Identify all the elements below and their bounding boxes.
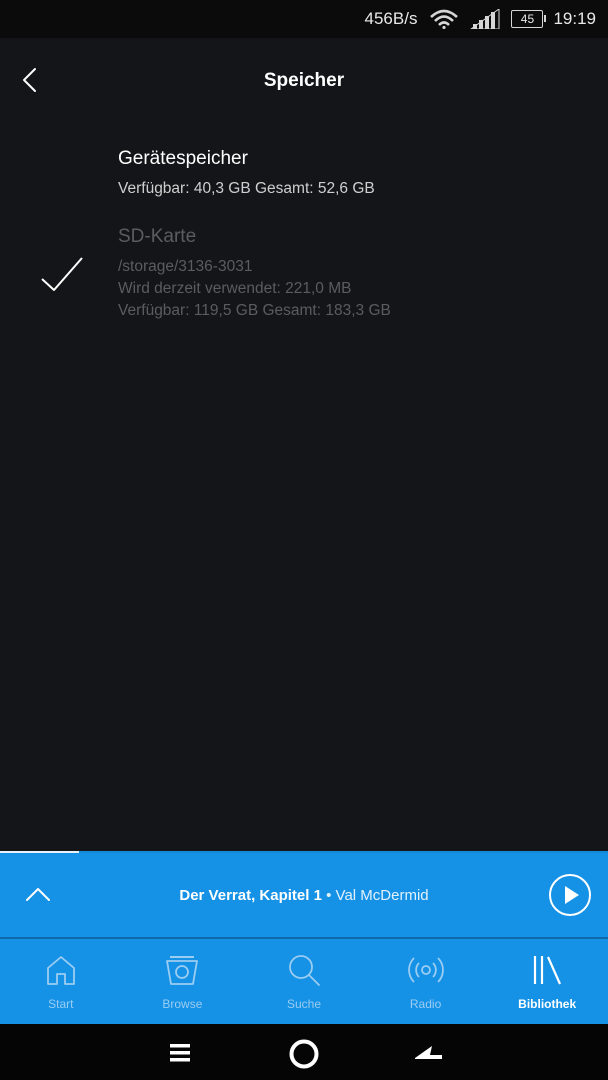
battery-icon: 45 xyxy=(511,10,547,28)
browse-icon xyxy=(166,956,199,985)
search-icon xyxy=(289,955,320,986)
wifi-icon xyxy=(430,9,459,29)
net-speed: 456B/s xyxy=(364,9,418,28)
tab-start[interactable]: Start xyxy=(0,939,122,1024)
circle-icon xyxy=(289,1039,319,1069)
tab-browse[interactable]: Browse xyxy=(122,939,244,1024)
back-triangle-icon xyxy=(415,1046,442,1059)
now-playing-info: Der Verrat, Kapitel 1 • Val McDermid xyxy=(80,887,528,904)
chevron-up-icon xyxy=(26,888,50,901)
storage-option-device[interactable]: Gerätespeicher Verfügbar: 40,3 GB Gesamt… xyxy=(0,148,608,208)
home-icon xyxy=(46,956,75,985)
system-navigation-bar xyxy=(0,1024,608,1080)
tab-suche[interactable]: Suche xyxy=(243,939,365,1024)
status-time: 19:19 xyxy=(553,9,596,28)
track-artist: Val McDermid xyxy=(335,887,429,904)
menu-button[interactable] xyxy=(165,1038,195,1068)
tab-label: Bibliothek xyxy=(518,997,577,1011)
battery-level: 45 xyxy=(520,12,535,26)
expand-player-button[interactable] xyxy=(22,879,54,911)
tab-bibliothek[interactable]: Bibliothek xyxy=(486,939,608,1024)
radio-icon xyxy=(407,957,444,983)
storage-option-title: Gerätespeicher xyxy=(118,148,248,169)
track-title: Der Verrat, Kapitel 1 xyxy=(179,887,322,904)
storage-option-title: SD-Karte xyxy=(118,226,197,247)
home-button[interactable] xyxy=(288,1038,319,1069)
tab-label: Start xyxy=(48,997,74,1011)
tab-label: Suche xyxy=(286,997,321,1011)
now-playing-bar[interactable]: Der Verrat, Kapitel 1 • Val McDermid xyxy=(0,853,608,937)
tab-label: Radio xyxy=(409,997,442,1011)
storage-option-details: Verfügbar: 40,3 GB Gesamt: 52,6 GB xyxy=(118,180,375,197)
storage-option-path: /storage/3136-3031 xyxy=(118,258,253,275)
library-icon xyxy=(534,956,562,985)
signal-icon xyxy=(470,9,500,29)
storage-option-sd-card[interactable]: SD-Karte /storage/3136-3031 Wird derzeit… xyxy=(0,226,608,326)
storage-option-in-use: Wird derzeit verwendet: 221,0 MB xyxy=(118,280,352,297)
bottom-tab-bar: Start Browse Suche Radio Bibliothek xyxy=(0,939,608,1024)
tab-radio[interactable]: Radio xyxy=(365,939,487,1024)
play-button[interactable] xyxy=(548,873,592,917)
page-title: Speicher xyxy=(263,70,345,91)
track-separator: • xyxy=(321,887,336,904)
menu-icon xyxy=(170,1044,190,1062)
play-icon xyxy=(549,874,591,916)
tab-label: Browse xyxy=(162,997,203,1011)
back-nav-button[interactable] xyxy=(412,1038,442,1068)
header: Speicher xyxy=(0,38,608,124)
checkmark-icon xyxy=(41,257,83,291)
storage-option-details: Verfügbar: 119,5 GB Gesamt: 183,3 GB xyxy=(118,302,391,319)
status-bar: 456B/s 45 19:19 xyxy=(0,0,608,38)
